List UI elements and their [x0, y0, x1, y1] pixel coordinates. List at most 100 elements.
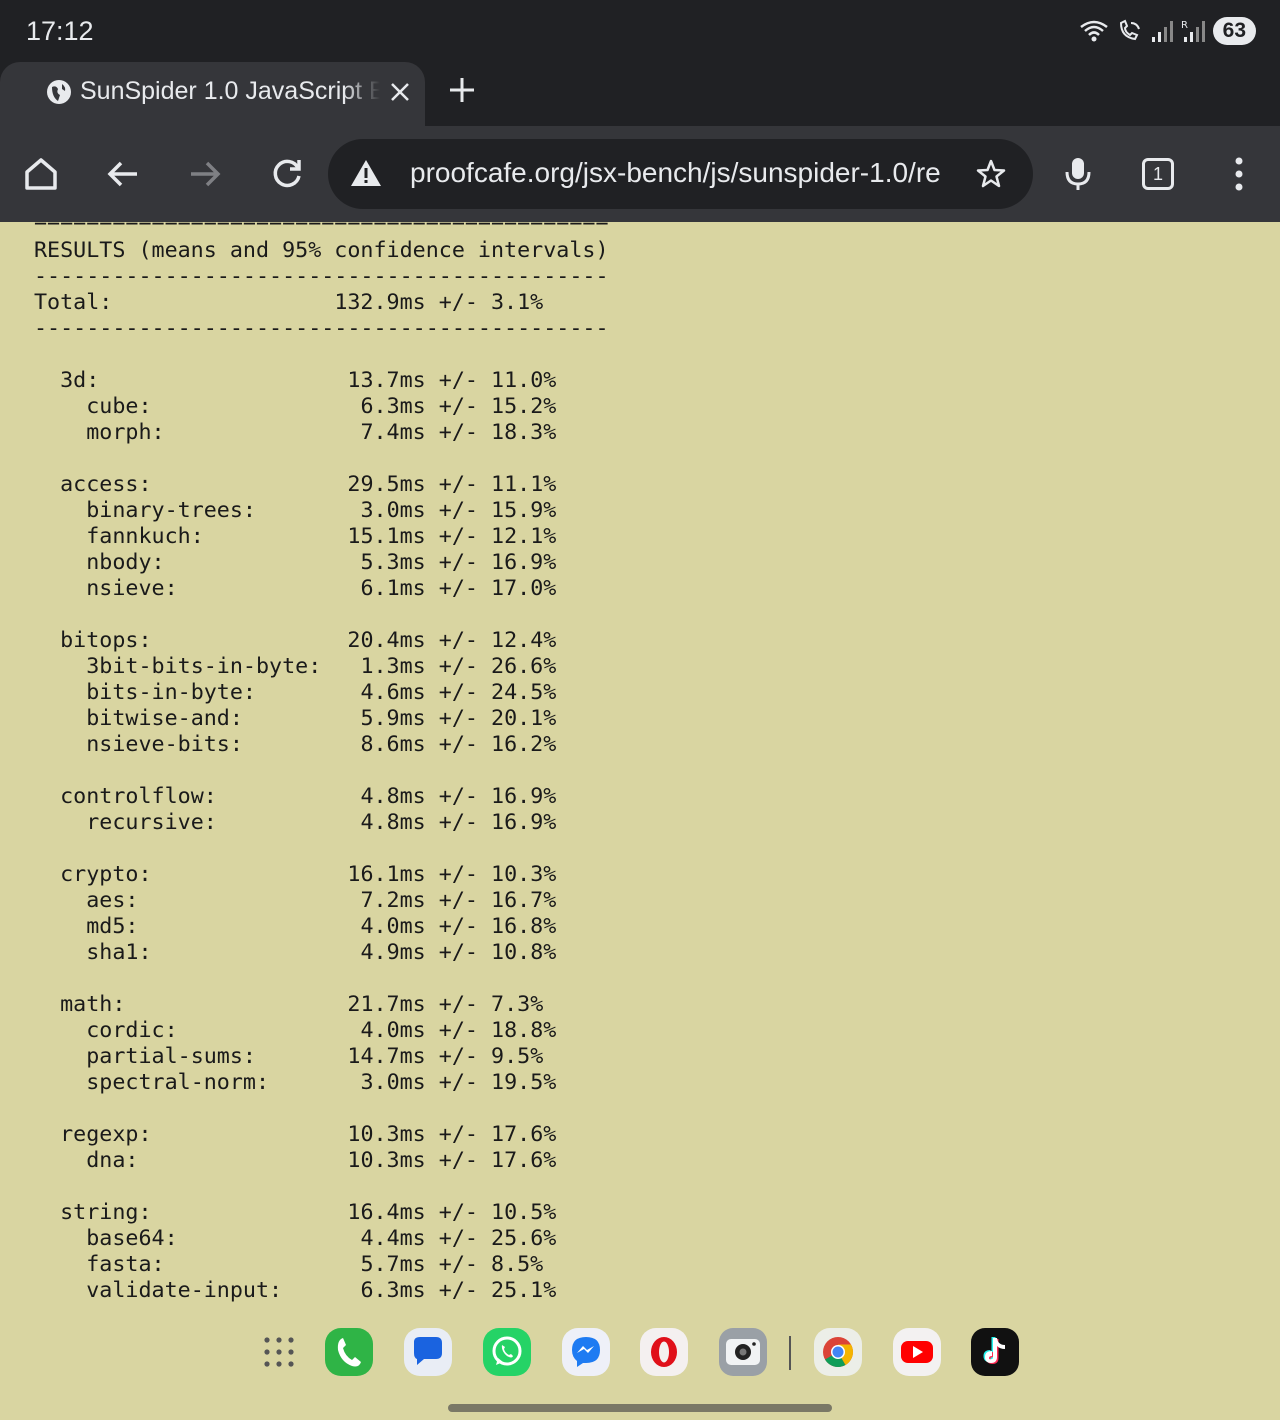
- group-row-label: bitops:: [60, 628, 152, 653]
- test-row-label: morph:: [86, 420, 165, 445]
- tiktok-icon[interactable]: [971, 1328, 1019, 1376]
- home-gesture-bar[interactable]: [448, 1404, 832, 1412]
- chrome-icon[interactable]: [814, 1328, 862, 1376]
- phone-icon[interactable]: [325, 1328, 373, 1376]
- test-row-value: 10.3ms +/- 17.6%: [347, 1148, 557, 1173]
- taskbar: [0, 1318, 1280, 1420]
- test-row: morph: 7.4ms +/- 18.3%: [34, 420, 556, 445]
- test-row: sha1: 4.9ms +/- 10.8%: [34, 940, 556, 965]
- test-row: dna: 10.3ms +/- 17.6%: [34, 1148, 556, 1173]
- test-row: md5: 4.0ms +/- 16.8%: [34, 914, 556, 939]
- messenger-icon[interactable]: [562, 1328, 610, 1376]
- back-arrow-icon[interactable]: [105, 156, 141, 192]
- test-row-label: aes:: [86, 888, 139, 913]
- youtube-icon[interactable]: [893, 1328, 941, 1376]
- total-row-value: 132.9ms +/- 3.1%: [334, 290, 544, 315]
- page-content: ========================================…: [0, 222, 1280, 1420]
- status-bar: 17:12 R 63: [0, 0, 1280, 62]
- test-row-label: nsieve-bits:: [86, 732, 243, 757]
- opera-icon[interactable]: [640, 1328, 688, 1376]
- status-time: 17:12: [26, 16, 94, 46]
- group-row-value: 16.1ms +/- 10.3%: [347, 862, 557, 887]
- test-row-value: 6.1ms +/- 17.0%: [360, 576, 557, 601]
- test-row-value: 7.4ms +/- 18.3%: [360, 420, 557, 445]
- more-menu-icon[interactable]: [1221, 156, 1257, 192]
- camera-icon[interactable]: [719, 1328, 767, 1376]
- group-row-label: 3d:: [60, 368, 100, 393]
- separator-dash: ----------------------------------------…: [34, 264, 609, 289]
- results-heading: RESULTS (means and 95% confidence interv…: [34, 238, 609, 263]
- test-row-label: validate-input:: [86, 1278, 283, 1303]
- url-text[interactable]: proofcafe.org/jsx-bench/js/sunspider-1.0…: [410, 157, 940, 189]
- forward-arrow-icon[interactable]: [187, 156, 223, 192]
- group-row-value: 10.3ms +/- 17.6%: [347, 1122, 557, 1147]
- browser-toolbar: proofcafe.org/jsx-bench/js/sunspider-1.0…: [0, 126, 1280, 222]
- test-row-label: partial-sums:: [86, 1044, 256, 1069]
- test-row-label: 3bit-bits-in-byte:: [86, 654, 322, 679]
- test-row: 3bit-bits-in-byte: 1.3ms +/- 26.6%: [34, 654, 556, 679]
- test-row-value: 15.1ms +/- 12.1%: [347, 524, 557, 549]
- test-row-label: recursive:: [86, 810, 217, 835]
- test-row: cube: 6.3ms +/- 15.2%: [34, 394, 556, 419]
- taskbar-divider: [789, 1336, 791, 1370]
- reload-icon[interactable]: [269, 156, 305, 192]
- new-tab-plus-icon[interactable]: [448, 76, 476, 104]
- test-row-value: 6.3ms +/- 25.1%: [360, 1278, 557, 1303]
- group-row: math: 21.7ms +/- 7.3%: [34, 992, 543, 1017]
- test-row-label: bits-in-byte:: [86, 680, 256, 705]
- group-row-label: access:: [60, 472, 152, 497]
- group-row-value: 4.8ms +/- 16.9%: [360, 784, 557, 809]
- not-secure-warning-icon[interactable]: [350, 158, 382, 188]
- group-row: string: 16.4ms +/- 10.5%: [34, 1200, 556, 1225]
- home-icon[interactable]: [23, 156, 59, 192]
- test-row-value: 4.4ms +/- 25.6%: [360, 1226, 557, 1251]
- test-row-value: 4.9ms +/- 10.8%: [360, 940, 557, 965]
- battery-indicator: 63: [1212, 17, 1256, 45]
- whatsapp-icon[interactable]: [483, 1328, 531, 1376]
- test-row: validate-input: 6.3ms +/- 25.1%: [34, 1278, 556, 1303]
- test-row: fannkuch: 15.1ms +/- 12.1%: [34, 524, 556, 549]
- signal-icon: [1151, 21, 1173, 42]
- test-row-value: 4.6ms +/- 24.5%: [360, 680, 557, 705]
- test-row: cordic: 4.0ms +/- 18.8%: [34, 1018, 556, 1043]
- test-row: spectral-norm: 3.0ms +/- 19.5%: [34, 1070, 556, 1095]
- test-row: nsieve-bits: 8.6ms +/- 16.2%: [34, 732, 556, 757]
- group-row-label: crypto:: [60, 862, 152, 887]
- group-row: bitops: 20.4ms +/- 12.4%: [34, 628, 556, 653]
- tab-active[interactable]: SunSpider 1.0 JavaScript Benchmark Resul…: [0, 62, 425, 126]
- group-row: 3d: 13.7ms +/- 11.0%: [34, 368, 556, 393]
- test-row-value: 4.8ms +/- 16.9%: [360, 810, 557, 835]
- bookmark-star-icon[interactable]: [976, 159, 1006, 189]
- address-bar[interactable]: proofcafe.org/jsx-bench/js/sunspider-1.0…: [328, 139, 1033, 209]
- test-row-label: base64:: [86, 1226, 178, 1251]
- microphone-icon[interactable]: [1060, 156, 1096, 192]
- results-text: RESULTS (means and 95% confidence interv…: [34, 238, 609, 1330]
- separator-equals: ========================================…: [34, 222, 609, 234]
- test-row: nsieve: 6.1ms +/- 17.0%: [34, 576, 556, 601]
- messages-icon[interactable]: [404, 1328, 452, 1376]
- test-row: bits-in-byte: 4.6ms +/- 24.5%: [34, 680, 556, 705]
- close-icon[interactable]: [388, 80, 412, 104]
- test-row-value: 3.0ms +/- 15.9%: [360, 498, 557, 523]
- tab-switcher-button[interactable]: 1: [1142, 158, 1174, 190]
- test-row-value: 14.7ms +/- 9.5%: [347, 1044, 544, 1069]
- test-row: binary-trees: 3.0ms +/- 15.9%: [34, 498, 556, 523]
- group-row-label: regexp:: [60, 1122, 152, 1147]
- test-row-label: bitwise-and:: [86, 706, 243, 731]
- tab-strip: SunSpider 1.0 JavaScript Benchmark Resul…: [0, 62, 1280, 126]
- apps-grid-icon[interactable]: [255, 1328, 303, 1376]
- globe-icon: [47, 80, 71, 104]
- test-row-label: fannkuch:: [86, 524, 204, 549]
- test-row-label: sha1:: [86, 940, 152, 965]
- signal-roaming-icon: R: [1181, 20, 1205, 42]
- test-row-value: 3.0ms +/- 19.5%: [360, 1070, 557, 1095]
- test-row: nbody: 5.3ms +/- 16.9%: [34, 550, 556, 575]
- group-row-label: math:: [60, 992, 126, 1017]
- test-row-value: 5.3ms +/- 16.9%: [360, 550, 557, 575]
- wifi-icon: [1079, 20, 1108, 42]
- test-row-value: 1.3ms +/- 26.6%: [360, 654, 557, 679]
- test-row-value: 7.2ms +/- 16.7%: [360, 888, 557, 913]
- group-row-label: controlflow:: [60, 784, 217, 809]
- test-row-label: md5:: [86, 914, 139, 939]
- test-row: partial-sums: 14.7ms +/- 9.5%: [34, 1044, 543, 1069]
